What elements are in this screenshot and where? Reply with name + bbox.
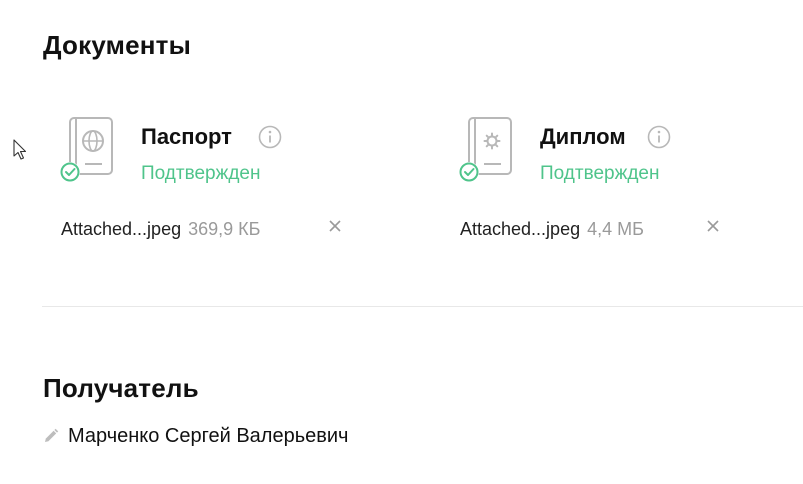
document-card-diploma: Диплом Подтвержден Attached...jpeg 4,4 МБ <box>457 114 797 244</box>
close-icon[interactable] <box>328 219 342 233</box>
info-icon[interactable] <box>647 125 671 149</box>
close-icon[interactable] <box>706 219 720 233</box>
file-name[interactable]: Attached...jpeg <box>460 219 580 239</box>
recipient-name: Марченко Сергей Валерьевич <box>68 425 349 447</box>
diploma-seal-icon <box>459 117 512 182</box>
passport-globe-icon <box>60 117 113 182</box>
file-size: 4,4 МБ <box>587 219 644 239</box>
document-status-passport: Подтвержден <box>141 163 261 184</box>
section-divider <box>42 306 803 307</box>
info-icon[interactable] <box>258 125 282 149</box>
document-name-passport: Паспорт <box>141 124 232 149</box>
pencil-icon[interactable] <box>43 428 59 444</box>
recipient-section-title: Получатель <box>43 373 199 403</box>
attached-file-diploma[interactable]: Attached...jpeg 4,4 МБ <box>460 219 644 240</box>
file-size: 369,9 КБ <box>188 219 261 239</box>
documents-section-title: Документы <box>43 30 191 60</box>
mouse-cursor-icon <box>13 139 27 160</box>
document-card-passport: Паспорт Подтвержден Attached...jpeg 369,9… <box>58 114 398 244</box>
document-status-diploma: Подтвержден <box>540 163 660 184</box>
attached-file-passport[interactable]: Attached...jpeg 369,9 КБ <box>61 219 260 240</box>
file-name[interactable]: Attached...jpeg <box>61 219 181 239</box>
document-name-diploma: Диплом <box>540 124 626 149</box>
